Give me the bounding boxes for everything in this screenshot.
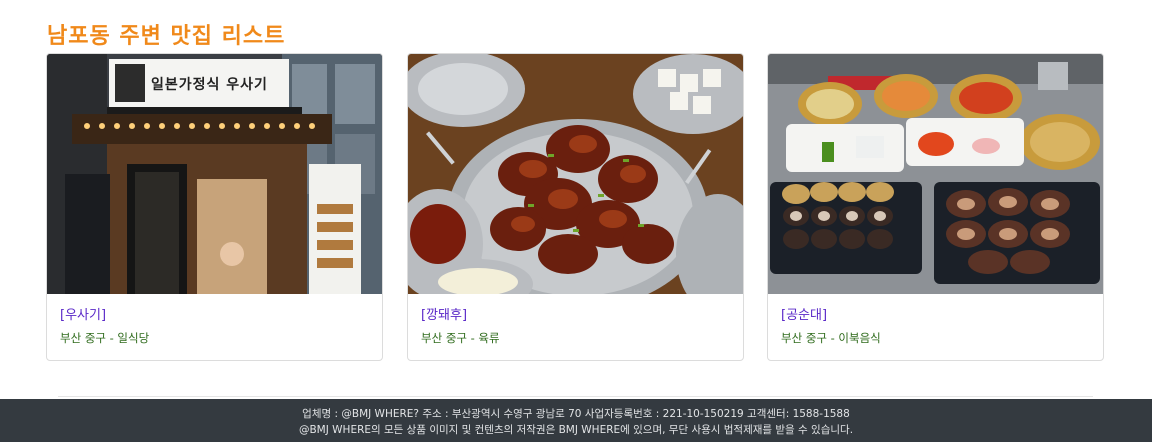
restaurant-photo[interactable]: 일본가정식 우사기 <box>47 54 382 294</box>
restaurant-name-link[interactable]: [공순대] <box>781 306 1095 326</box>
footer-copyright: @BMJ WHERE의 모든 상품 이미지 및 컨텐츠의 저작권은 BMJ WH… <box>298 424 854 436</box>
footer-company-info: 업체명 : @BMJ WHERE? 주소 : 부산광역시 수영구 광남로 70 … <box>302 408 850 420</box>
restaurant-card-usagi[interactable]: 일본가정식 우사기 [우사기] 부산 중구 - 일식당 <box>46 53 383 361</box>
restaurant-location: 부산 중구 - 일식당 <box>60 331 150 345</box>
restaurant-list: 일본가정식 우사기 [우사기] 부산 중구 - 일식당 [깡돼후] 부산 중구 … <box>46 53 1104 361</box>
restaurant-card-kkangdwaehu[interactable]: [깡돼후] 부산 중구 - 육류 <box>407 53 744 361</box>
restaurant-photo[interactable] <box>408 54 743 294</box>
restaurant-name-link[interactable]: [깡돼후] <box>421 306 735 326</box>
restaurant-food-image <box>408 54 743 294</box>
restaurant-photo[interactable] <box>768 54 1103 294</box>
page-title: 남포동 주변 맛집 리스트 <box>47 24 286 49</box>
footer-divider <box>58 396 1093 397</box>
restaurant-name-link[interactable]: [우사기] <box>60 306 374 326</box>
restaurant-location: 부산 중구 - 이북음식 <box>781 331 881 345</box>
restaurant-location: 부산 중구 - 육류 <box>421 331 500 345</box>
restaurant-food-image <box>768 54 1103 294</box>
site-footer: 업체명 : @BMJ WHERE? 주소 : 부산광역시 수영구 광남로 70 … <box>0 399 1152 442</box>
restaurant-card-gongsundae[interactable]: [공순대] 부산 중구 - 이북음식 <box>767 53 1104 361</box>
restaurant-sign-text: 일본가정식 우사기 <box>151 77 268 93</box>
